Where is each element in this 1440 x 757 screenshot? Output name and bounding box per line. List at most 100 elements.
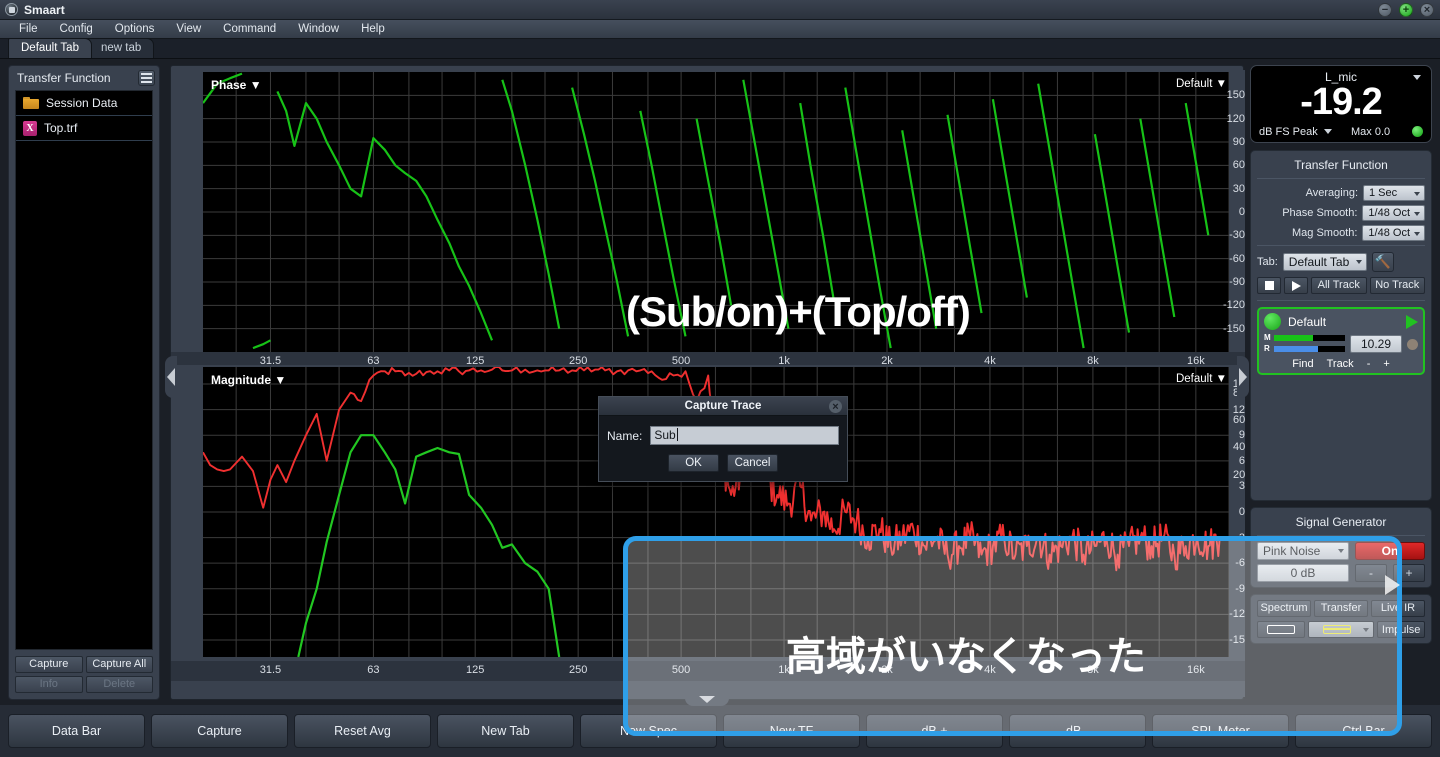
menu-item-config[interactable]: Config: [49, 20, 104, 39]
close-button[interactable]: ×: [1420, 3, 1434, 17]
card-title: Transfer Function: [1257, 156, 1425, 176]
reset-avg-button[interactable]: Reset Avg: [294, 714, 431, 748]
tools-icon[interactable]: 🔨: [1372, 252, 1394, 272]
list-item-label: Top.trf: [44, 121, 77, 135]
level-meter-value: -19.2: [1251, 83, 1431, 121]
ok-button[interactable]: OK: [668, 454, 719, 472]
averaging-select[interactable]: 1 Sec: [1363, 185, 1425, 201]
play-icon[interactable]: [1284, 277, 1308, 294]
capture-button[interactable]: Capture: [15, 656, 83, 673]
data-bar-button[interactable]: Data Bar: [8, 714, 145, 748]
trace-status-dot: [1407, 339, 1418, 350]
phase-y-tick: 150: [1211, 89, 1245, 101]
menu-item-options[interactable]: Options: [104, 20, 166, 39]
text-caret: [677, 428, 678, 441]
annotation-japanese-note: 高域がいなくなった: [786, 624, 1146, 682]
no-track-button[interactable]: No Track: [1370, 277, 1426, 294]
level-meter-max: Max 0.0: [1351, 126, 1390, 138]
scroll-right-arrow[interactable]: [1237, 356, 1249, 398]
magnitude-x-tick: 63: [367, 664, 379, 676]
chevron-down-icon[interactable]: [1413, 75, 1421, 80]
phase-smooth-label: Phase Smooth:: [1282, 207, 1357, 219]
magnitude-preset-selector[interactable]: Default ▼: [1176, 373, 1227, 385]
phase-smooth-row: Phase Smooth: 1/48 Oct: [1257, 205, 1425, 221]
transfer-function-card: Transfer Function Averaging: 1 Sec Phase…: [1250, 150, 1432, 501]
phase-smooth-select[interactable]: 1/48 Oct: [1362, 205, 1425, 221]
all-track-button[interactable]: All Track: [1311, 277, 1367, 294]
level-meter[interactable]: L_mic -19.2 dB FS Peak Max 0.0: [1250, 65, 1432, 143]
delay-plus-button[interactable]: +: [1383, 358, 1389, 370]
magnitude-plot-label[interactable]: Magnitude ▼: [211, 373, 286, 387]
chevron-down-icon[interactable]: [1324, 129, 1332, 134]
chevron-down-icon: ▼: [274, 373, 286, 387]
smaart-logo-icon: [5, 3, 18, 16]
phase-y-tick: -150: [1211, 323, 1245, 335]
phase-preset-selector[interactable]: Default ▼: [1176, 78, 1227, 90]
capture-all-button[interactable]: Capture All: [86, 656, 154, 673]
chevron-down-icon: ▼: [250, 78, 262, 92]
scroll-left-arrow[interactable]: [165, 356, 177, 398]
card-title: Signal Generator: [1257, 513, 1425, 533]
trf-file-icon: X: [23, 121, 37, 136]
magnitude-x-tick: 31.5: [260, 664, 281, 676]
divider: [1257, 245, 1425, 246]
magnitude-y-tick: 3: [1211, 480, 1245, 492]
sidebar-title: Transfer Function: [17, 71, 111, 85]
annotation-sub-on-top-off: (Sub/on)+(Top/off): [626, 288, 970, 336]
phase-y-tick: 0: [1211, 206, 1245, 218]
list-item-top-trf[interactable]: X Top.trf: [16, 116, 152, 141]
mag-smooth-select[interactable]: 1/48 Oct: [1362, 225, 1425, 241]
cancel-button[interactable]: Cancel: [727, 454, 778, 472]
hamburger-icon[interactable]: [138, 70, 155, 86]
menu-bar: File Config Options View Command Window …: [0, 20, 1440, 39]
capture-button[interactable]: Capture: [151, 714, 288, 748]
delay-minus-button[interactable]: -: [1367, 358, 1371, 370]
tab-select[interactable]: Default Tab: [1283, 253, 1367, 271]
tab-strip: Default Tab new tab: [0, 39, 1440, 59]
dialog-title: Capture Trace: [685, 400, 762, 412]
level-meter-unit[interactable]: dB FS Peak: [1259, 126, 1318, 138]
list-item-session-data[interactable]: Session Data: [16, 91, 152, 116]
tab-label: Tab:: [1257, 256, 1278, 268]
capture-trace-dialog[interactable]: Capture Trace × Name: Sub OK Cancel: [598, 396, 848, 482]
maximize-button[interactable]: +: [1399, 3, 1413, 17]
phase-y-tick: 60: [1211, 159, 1245, 171]
magnitude-y-tick: 6: [1211, 455, 1245, 467]
stop-icon[interactable]: [1257, 277, 1281, 294]
phase-y-tick: 120: [1211, 113, 1245, 125]
track-controls: All Track No Track: [1257, 277, 1425, 294]
divider: [1257, 300, 1425, 301]
dialog-title-bar: Capture Trace ×: [599, 397, 847, 416]
trace-name-label: Default: [1288, 315, 1399, 329]
magnitude-y-tick: 9: [1211, 429, 1245, 441]
trace-play-icon[interactable]: [1406, 315, 1418, 329]
session-file-list[interactable]: Session Data X Top.trf: [15, 90, 153, 650]
menu-item-command[interactable]: Command: [212, 20, 287, 39]
phase-plot-label[interactable]: Phase ▼: [211, 78, 262, 92]
trace-delay-value[interactable]: 10.29: [1350, 335, 1402, 353]
phase-y-tick: -60: [1211, 253, 1245, 265]
trace-active-led[interactable]: [1264, 313, 1281, 330]
tab-new-tab[interactable]: new tab: [88, 38, 154, 58]
mag-smooth-row: Mag Smooth: 1/48 Oct: [1257, 225, 1425, 241]
track-button[interactable]: Track: [1327, 358, 1354, 370]
graph-panel: Phase ▼ Default ▼ 1501209060300-30-60-90…: [170, 65, 1244, 700]
menu-item-help[interactable]: Help: [350, 20, 396, 39]
trace-default-card[interactable]: Default M R 10.29: [1257, 307, 1425, 375]
minimize-button[interactable]: −: [1378, 3, 1392, 17]
trace-name-input[interactable]: Sub: [650, 426, 839, 445]
find-button[interactable]: Find: [1292, 358, 1313, 370]
menu-item-window[interactable]: Window: [287, 20, 350, 39]
menu-item-file[interactable]: File: [8, 20, 49, 39]
divider: [1257, 178, 1425, 179]
trace-name-value: Sub: [654, 428, 675, 442]
sidebar: Transfer Function Session Data X Top.trf…: [8, 65, 160, 700]
tab-row: Tab: Default Tab 🔨: [1257, 252, 1425, 272]
close-icon[interactable]: ×: [829, 400, 842, 413]
meter-r-label: R: [1264, 344, 1271, 353]
tab-default-tab[interactable]: Default Tab: [8, 38, 92, 58]
menu-item-view[interactable]: View: [165, 20, 212, 39]
meter-m-bar: [1274, 335, 1345, 341]
play-arrow-icon: [1385, 575, 1400, 595]
new-tab-button[interactable]: New Tab: [437, 714, 574, 748]
